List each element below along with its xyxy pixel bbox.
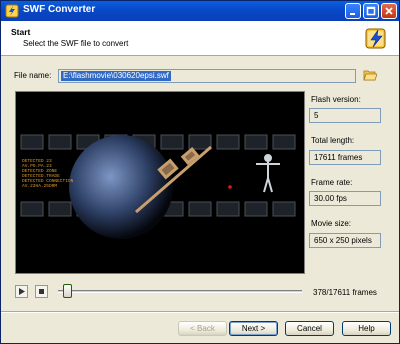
maximize-button[interactable] <box>363 3 379 19</box>
wizard-header: Start Select the SWF file to convert <box>1 21 399 56</box>
frame-slider-thumb[interactable] <box>63 284 72 298</box>
minimize-icon <box>350 13 355 15</box>
movie-size-label: Movie size: <box>311 219 352 228</box>
file-name-field[interactable]: E:\flashmovie\030620epsi.swf <box>58 69 356 83</box>
cancel-button[interactable]: Cancel <box>285 321 334 336</box>
flash-version-field: 5 <box>309 108 381 123</box>
play-button[interactable] <box>15 285 28 298</box>
movie-preview: DETECTED 23 AV.PO.PA.23 DETECTED ZONE DE… <box>15 91 305 274</box>
minimize-button[interactable] <box>345 3 361 19</box>
movie-size-field: 650 x 250 pixels <box>309 233 381 248</box>
help-button[interactable]: Help <box>342 321 391 336</box>
file-name-label: File name: <box>14 71 52 80</box>
frame-rate-field: 30.00 fps <box>309 191 381 206</box>
frame-counter: 378/17611 frames <box>313 288 377 297</box>
play-icon <box>19 288 25 295</box>
robot-figure <box>256 154 280 193</box>
hud-text: DETECTED 23 AV.PO.PA.23 DETECTED ZONE DE… <box>22 158 74 189</box>
open-folder-icon[interactable] <box>363 69 377 81</box>
total-length-field: 17611 frames <box>309 150 381 165</box>
frame-slider-track[interactable] <box>58 290 302 293</box>
total-length-label: Total length: <box>311 136 355 145</box>
close-icon <box>385 7 393 15</box>
hud-line: AV.23HA.25DRM <box>22 183 57 189</box>
file-name-value: E:\flashmovie\030620epsi.swf <box>61 71 171 81</box>
flash-version-label: Flash version: <box>311 95 361 104</box>
window-title: SWF Converter <box>23 4 96 15</box>
preview-frame: DETECTED 23 AV.PO.PA.23 DETECTED ZONE DE… <box>20 134 296 239</box>
step-subtitle: Select the SWF file to convert <box>23 39 129 48</box>
swf-converter-window: SWF Converter Start Select the SWF file … <box>0 0 400 344</box>
step-title: Start <box>11 27 31 37</box>
back-button[interactable]: < Back <box>178 321 227 336</box>
stop-button[interactable] <box>35 285 48 298</box>
maximize-icon <box>366 6 376 16</box>
stop-icon <box>39 289 44 294</box>
map-tiles-top <box>20 134 296 150</box>
close-button[interactable] <box>381 3 397 19</box>
red-dot <box>228 185 232 189</box>
footer-separator <box>1 311 399 313</box>
frame-rate-label: Frame rate: <box>311 178 353 187</box>
title-bar[interactable]: SWF Converter <box>1 1 399 21</box>
next-button[interactable]: Next > <box>229 321 278 336</box>
planet-graphic <box>69 135 173 239</box>
flash-wizard-icon <box>365 28 386 49</box>
flash-app-icon <box>5 4 19 18</box>
